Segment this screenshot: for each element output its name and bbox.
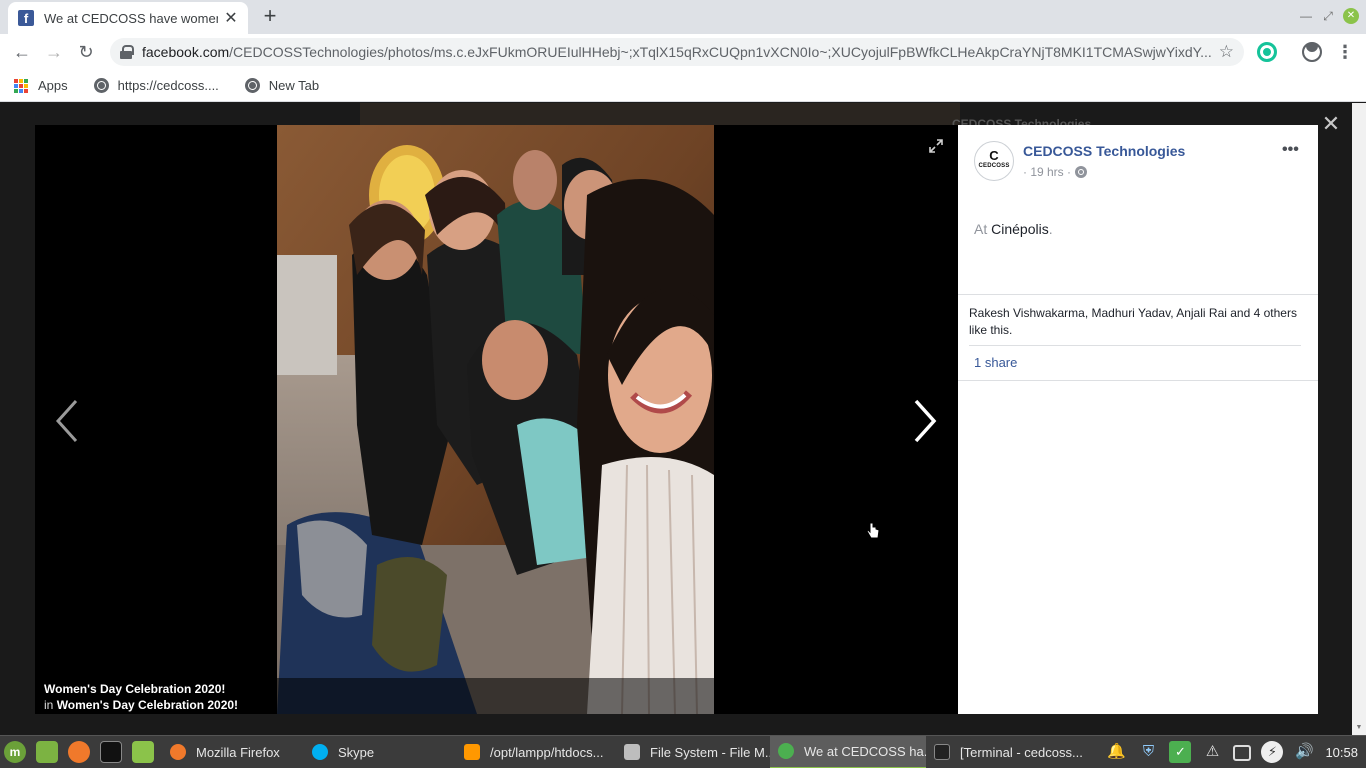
divider [958,380,1318,381]
tab-title: We at CEDCOSS have women [44,10,218,26]
hand-pointer-cursor-icon [866,522,880,540]
post-meta: · 19 hrs · [1023,165,1088,179]
show-desktop-icon[interactable] [36,741,58,763]
warning-triangle-icon[interactable]: ⚠ [1201,741,1223,763]
avatar-text: CEDCOSS [978,163,1010,169]
url-text: facebook.com/CEDCOSSTechnologies/photos/… [142,44,1211,60]
firefox-launcher-icon[interactable] [68,741,90,763]
more-options-icon[interactable]: ••• [1282,141,1299,159]
post-time[interactable]: · 19 hrs · [1023,165,1071,179]
facebook-favicon-icon: f [18,10,34,26]
photo-image [277,125,714,714]
tab-close-icon[interactable]: ✕ [224,8,238,28]
security-shield-icon[interactable]: ⛨ [1137,741,1159,763]
firefox-icon [170,744,186,760]
location-place-link[interactable]: Cinépolis [991,221,1049,237]
fullscreen-expand-icon[interactable] [928,138,944,154]
update-check-icon[interactable]: ✓ [1169,741,1192,763]
terminal-icon [934,744,950,760]
taskbar-item-skype[interactable]: Skype [304,736,456,768]
system-clock[interactable]: 10:58 [1325,745,1358,760]
taskbar-item-label: Mozilla Firefox [196,744,280,760]
post-location: At Cinépolis. [974,221,1053,237]
volume-speaker-icon[interactable]: 🔊 [1293,741,1315,763]
browser-tab-bar: f We at CEDCOSS have women ✕ + — ⤢ ✕ [0,0,1366,34]
bookmark-label: Apps [38,78,68,93]
chrome-menu-icon[interactable]: ⋮ [1333,40,1357,64]
taskbar-item-label: Skype [338,744,375,760]
bookmark-label: New Tab [268,78,320,93]
divider [958,294,1318,295]
location-prefix: At [974,221,988,237]
url-host: facebook.com [142,44,230,60]
back-arrow-icon[interactable]: ← [10,40,34,64]
photo-caption: Women's Day Celebration 2020! in Women's… [35,678,714,714]
public-globe-icon [1075,166,1088,178]
profile-avatar-icon[interactable] [1302,42,1322,62]
power-flash-icon[interactable]: ⚡ [1261,741,1284,763]
page-scrollbar[interactable] [1352,103,1366,735]
likes-summary[interactable]: Rakesh Vishwakarma, Madhuri Yadav, Anjal… [969,305,1309,339]
bookmark-cedcoss[interactable]: https://cedcoss.... [93,78,219,93]
apps-grid-icon [14,78,28,93]
window-list-icon[interactable] [1233,745,1252,761]
bookmark-star-icon[interactable]: ☆ [1219,42,1234,62]
caption-in-prefix: in [44,698,54,712]
address-bar[interactable]: facebook.com/CEDCOSSTechnologies/photos/… [110,38,1244,66]
browser-toolbar: ← → ↻ facebook.com/CEDCOSSTechnologies/p… [0,34,1366,70]
terminal-launcher-icon[interactable] [100,741,122,763]
close-viewer-icon[interactable]: ✕ [1320,113,1342,135]
avatar-letter: C [989,148,999,163]
shares-count-link[interactable]: 1 share [974,355,1017,370]
taskbar-item-label: [Terminal - cedcoss... [960,744,1083,760]
taskbar-item-label: File System - File M... [650,744,770,760]
desktop-taskbar: m Mozilla Firefox Skype /opt/lampp/htdoc… [0,735,1366,768]
taskbar-item-label: /opt/lampp/htdocs... [490,744,604,760]
sublime-text-icon [464,744,480,760]
close-window-icon[interactable]: ✕ [1343,8,1359,24]
bookmark-apps[interactable]: Apps [14,78,68,93]
mint-menu-icon[interactable]: m [4,741,26,763]
system-tray: 🔔 ⛨ ✓ ⚠ ⚡ 🔊 10:58 [1095,741,1366,763]
page-avatar[interactable]: C CEDCOSS [974,141,1014,181]
taskbar-item-file-manager[interactable]: File System - File M... [616,736,770,768]
skype-icon [312,744,328,760]
minimize-window-icon[interactable]: — [1298,8,1314,24]
caption-title: Women's Day Celebration 2020! [44,682,226,696]
grammarly-extension-icon[interactable] [1257,42,1277,62]
url-path: /CEDCOSSTechnologies/photos/ms.c.eJxFUkm… [229,44,1211,60]
restore-window-icon[interactable]: ⤢ [1320,8,1336,24]
taskbar-item-label: We at CEDCOSS ha... [804,743,926,759]
files-launcher-icon[interactable] [132,741,154,763]
post-info-panel: C CEDCOSS CEDCOSS Technologies · 19 hrs … [958,125,1318,714]
background-page-strip [360,103,960,125]
next-photo-chevron-icon[interactable] [904,395,944,447]
scroll-down-arrow-icon[interactable]: ▼ [1352,722,1366,734]
new-tab-button[interactable]: + [258,4,282,28]
bookmark-label: https://cedcoss.... [117,78,219,93]
group-selfie-photo[interactable] [277,125,714,714]
previous-photo-chevron-icon[interactable] [48,395,88,447]
page-name-link[interactable]: CEDCOSS Technologies [1023,143,1185,159]
browser-tab-active[interactable]: f We at CEDCOSS have women ✕ [8,2,248,34]
taskbar-item-sublime[interactable]: /opt/lampp/htdocs... [456,736,616,768]
globe-icon [244,78,260,93]
file-manager-icon [624,744,640,760]
bookmarks-bar: Apps https://cedcoss.... New Tab [0,70,1366,102]
taskbar-item-terminal[interactable]: [Terminal - cedcoss... [926,736,1090,768]
notifications-bell-icon[interactable]: 🔔 [1105,741,1127,763]
reload-icon[interactable]: ↻ [74,40,98,64]
chrome-icon [778,743,794,759]
taskbar-item-firefox[interactable]: Mozilla Firefox [162,736,304,768]
globe-icon [93,78,109,93]
bookmark-new-tab[interactable]: New Tab [244,78,320,93]
location-suffix: . [1048,221,1053,237]
divider [969,345,1301,346]
forward-arrow-icon[interactable]: → [42,40,66,64]
lock-icon [120,45,134,59]
taskbar-item-chrome[interactable]: We at CEDCOSS ha... [770,735,926,768]
caption-album-link[interactable]: Women's Day Celebration 2020! [57,698,238,712]
